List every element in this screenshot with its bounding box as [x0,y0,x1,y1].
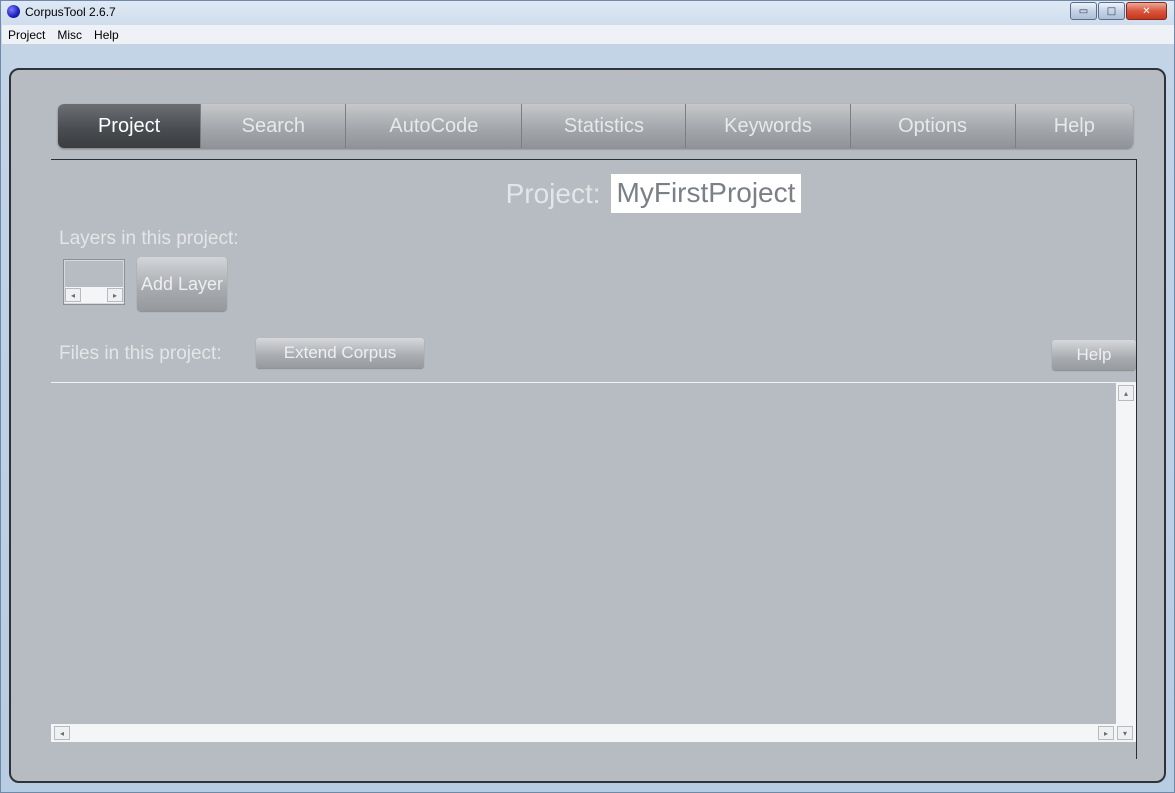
scroll-right-icon[interactable]: ▸ [1098,726,1114,740]
close-button[interactable]: ✕ [1126,2,1167,20]
scroll-left-icon[interactable]: ◂ [54,726,70,740]
tab-bar: Project Search AutoCode Statistics Keywo… [58,104,1133,148]
tab-statistics[interactable]: Statistics [522,104,687,148]
app-window: CorpusTool 2.6.7 ▭ □ ✕ Project Misc Help… [0,0,1175,793]
project-label: Project: [505,177,601,209]
project-name[interactable]: MyFirstProject [610,174,802,213]
layers-label: Layers in this project: [59,228,239,249]
maximize-button[interactable]: □ [1098,2,1125,20]
main-client-area: Project Search AutoCode Statistics Keywo… [9,68,1166,783]
tab-autocode[interactable]: AutoCode [346,104,523,148]
menu-help[interactable]: Help [88,28,125,42]
layer-list-content [65,261,123,287]
tab-search[interactable]: Search [201,104,347,148]
files-vertical-scrollbar[interactable]: ▴ [1116,383,1136,725]
title-bar[interactable]: CorpusTool 2.6.7 ▭ □ ✕ [1,1,1174,25]
files-horizontal-scrollbar[interactable]: ◂ ▸ ▾ [51,724,1136,742]
tab-options[interactable]: Options [850,104,1016,148]
minimize-button[interactable]: ▭ [1070,2,1097,20]
files-label: Files in this project: [59,343,222,364]
menu-misc[interactable]: Misc [51,28,88,42]
app-icon [7,5,20,18]
scroll-right-icon[interactable]: ▸ [107,288,123,302]
extend-corpus-button[interactable]: Extend Corpus [256,338,424,368]
add-layer-button[interactable]: Add Layer [137,257,227,311]
project-panel: Project: MyFirstProject Layers in this p… [51,159,1137,759]
tab-help[interactable]: Help [1015,104,1133,148]
scroll-up-icon[interactable]: ▴ [1118,385,1134,401]
menu-bar: Project Misc Help [2,25,1174,45]
menu-project[interactable]: Project [2,28,51,42]
project-header: Project: MyFirstProject [51,174,1136,213]
layer-list-scrollbar[interactable]: ◂ ▸ [65,287,123,303]
layer-list[interactable]: ◂ ▸ [63,259,125,305]
files-list[interactable]: ▴ ◂ ▸ ▾ [51,382,1136,742]
scroll-left-icon[interactable]: ◂ [65,288,81,302]
help-button[interactable]: Help [1052,340,1136,370]
window-title: CorpusTool 2.6.7 [25,5,116,19]
scroll-down-icon[interactable]: ▾ [1117,726,1133,740]
tab-project[interactable]: Project [58,104,202,148]
window-controls: ▭ □ ✕ [1070,2,1167,20]
tab-keywords[interactable]: Keywords [686,104,851,148]
